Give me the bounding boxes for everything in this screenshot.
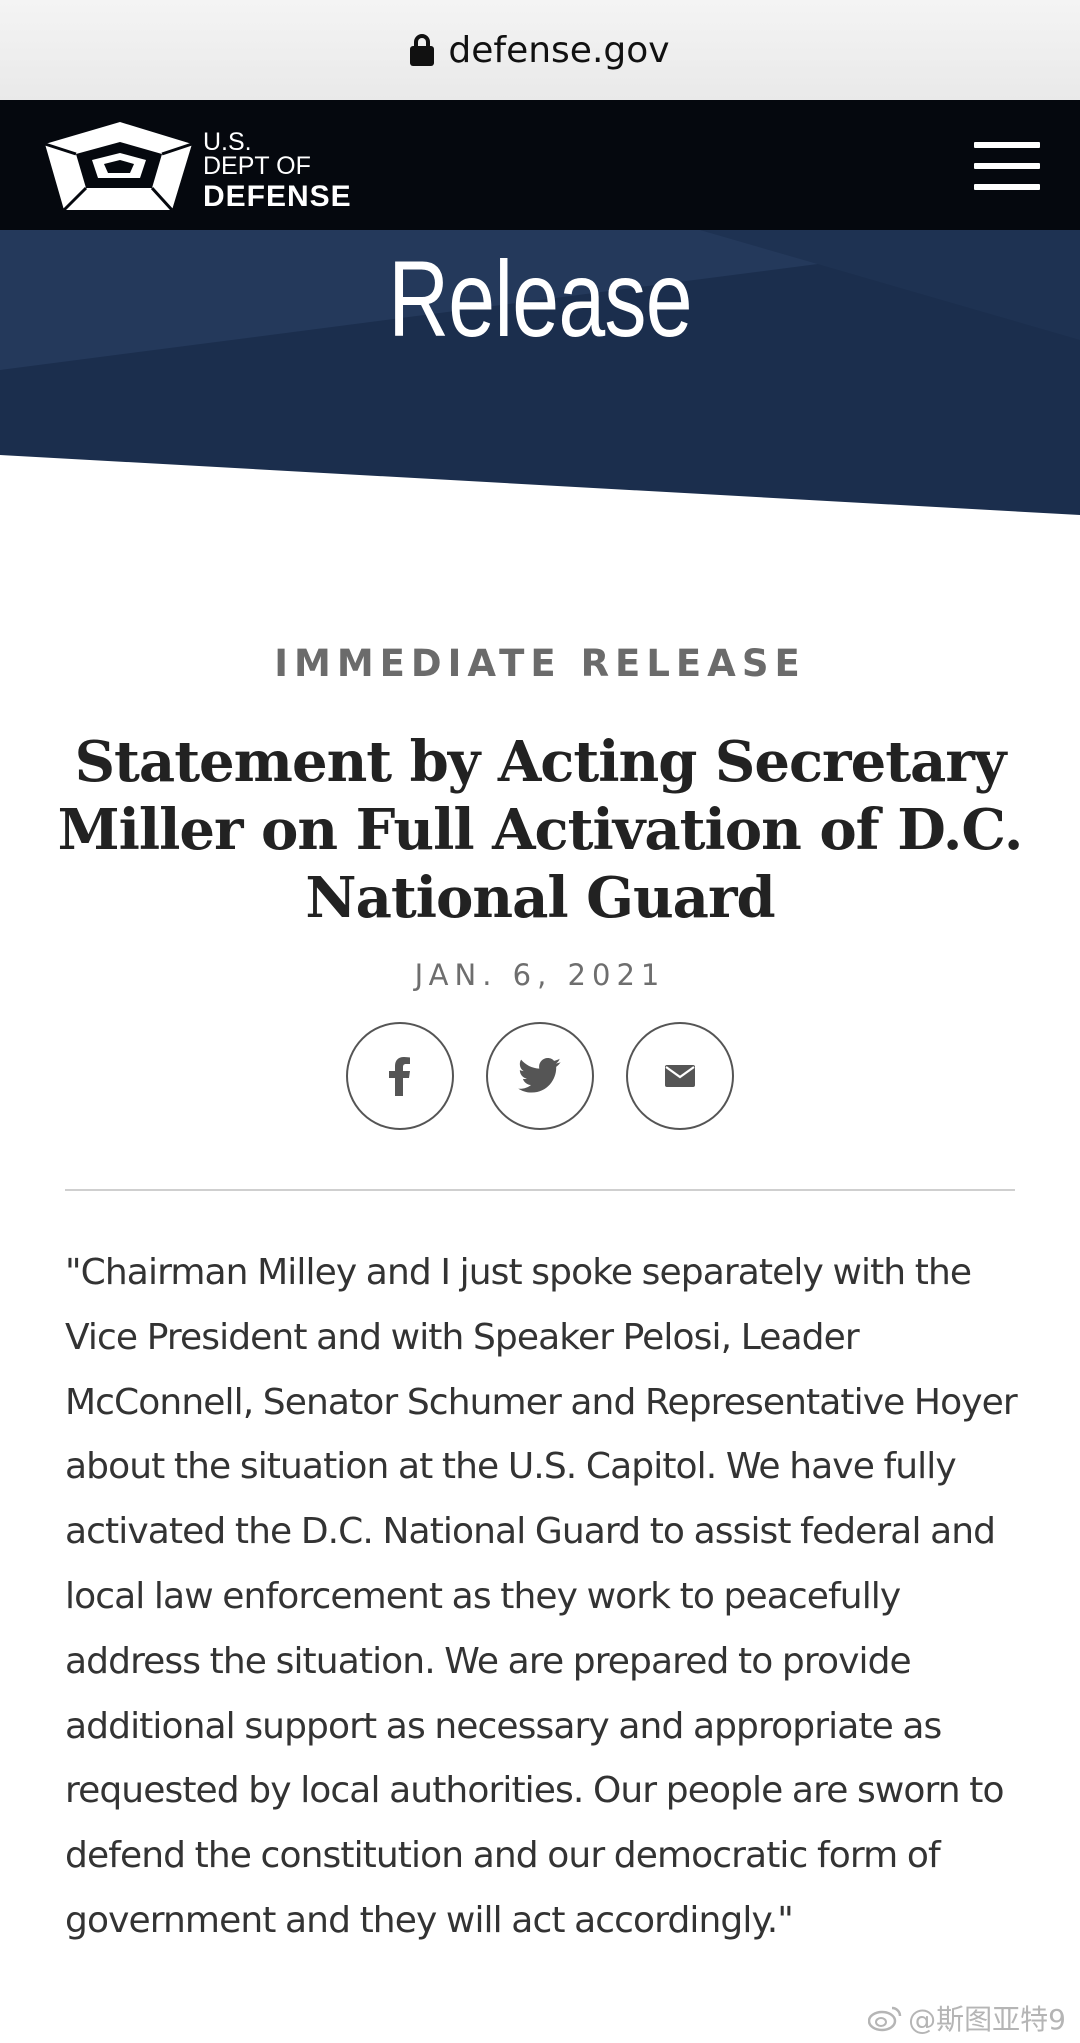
url-display[interactable]: defense.gov (410, 29, 670, 71)
logo-line-defense: DEFENSE (203, 180, 352, 213)
statement-body: "Chairman Milley and I just spoke separa… (65, 1252, 1018, 1941)
logo-wordmark: U.S. DEPT OF DEFENSE (203, 130, 352, 212)
hamburger-menu-icon[interactable] (974, 142, 1040, 190)
url-text: defense.gov (448, 29, 670, 71)
lock-icon (410, 34, 435, 66)
browser-url-bar[interactable]: defense.gov (0, 0, 1080, 100)
page-banner: Release (0, 230, 1080, 520)
logo-line-us: U.S. (203, 128, 252, 156)
banner-title: Release (388, 238, 692, 359)
logo-line-dept: DEPT OF (203, 152, 311, 180)
share-buttons (0, 1022, 1080, 1132)
content-divider (65, 1189, 1015, 1191)
publish-date: JAN. 6, 2021 (414, 958, 666, 992)
site-header: U.S. DEPT OF DEFENSE (0, 100, 1080, 230)
facebook-icon (389, 1057, 410, 1096)
weibo-watermark: @斯图亚特9 (868, 1998, 1066, 2038)
watermark-text: @斯图亚特9 (908, 2003, 1066, 2036)
share-facebook-button[interactable] (346, 1022, 454, 1130)
email-icon (665, 1065, 695, 1087)
dod-logo[interactable]: U.S. DEPT OF DEFENSE (40, 118, 360, 214)
article-headline: Statement by Acting Secretary Miller on … (57, 729, 1024, 931)
weibo-icon (868, 2006, 902, 2032)
share-email-button[interactable] (626, 1022, 734, 1130)
twitter-icon (518, 1058, 561, 1093)
pentagon-logo-icon (44, 122, 193, 212)
share-twitter-button[interactable] (486, 1022, 594, 1130)
release-type-label: IMMEDIATE RELEASE (274, 642, 806, 685)
